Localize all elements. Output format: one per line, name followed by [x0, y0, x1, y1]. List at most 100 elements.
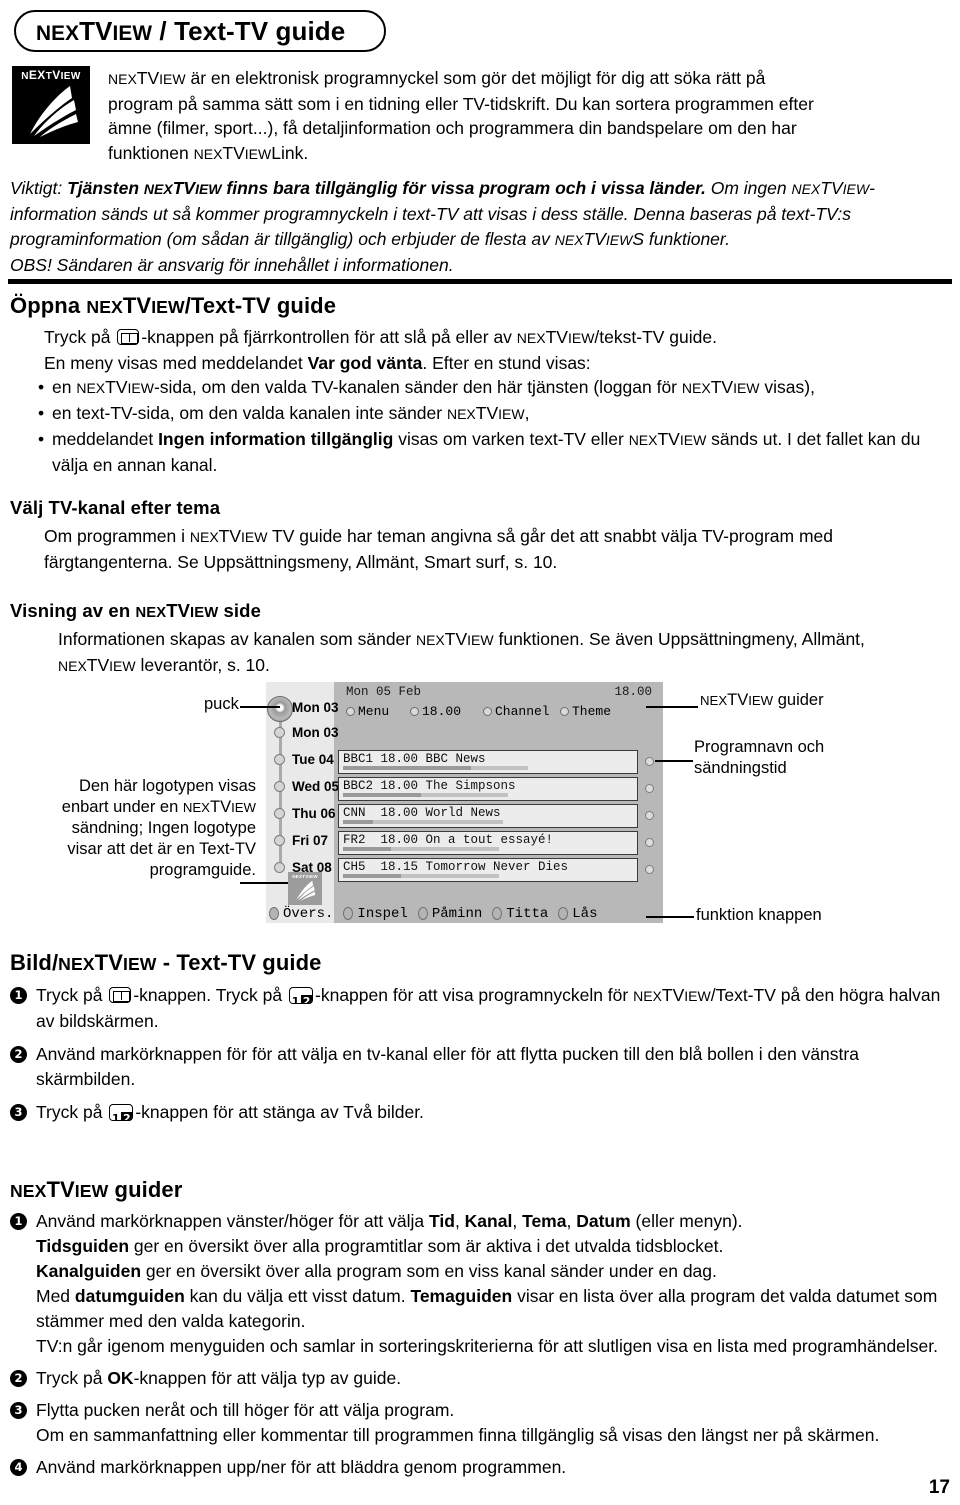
- tv-top-bar: Mon 05 Feb 18.00: [338, 685, 660, 703]
- tv-day-label: Thu 06: [292, 806, 336, 821]
- heading-valj-tvkanal: Välj TV-kanal efter tema: [10, 497, 221, 518]
- tv-menu-row: Menu 18.00 Channel Theme: [338, 704, 663, 724]
- tv-program-text: FR2 18.00 On a tout essayé!: [343, 833, 554, 847]
- leader-line-program: [655, 760, 693, 763]
- tv-menu-label: Theme: [572, 704, 612, 719]
- program-progress-fill: [343, 820, 373, 824]
- bullet-item-1: en NEXTVIEW-sida, om den valda TV-kanale…: [38, 375, 950, 401]
- tv-function-button-inspel[interactable]: Inspel: [343, 905, 408, 922]
- radio-dot-icon: [410, 707, 419, 716]
- guider-step-3-line1: Flytta pucken neråt och till höger för a…: [36, 1400, 455, 1420]
- guider-step-4: 4 Använd markörknappen upp/ner för att b…: [10, 1455, 950, 1480]
- tv-program-row[interactable]: BBC1 18.00 BBC News: [338, 750, 638, 774]
- nextview-logo: NEXTVIEW: [12, 66, 90, 144]
- nextview-logo-text: NEXTVIEW: [21, 68, 81, 82]
- step-number-badge: 1: [10, 987, 27, 1004]
- row-dot[interactable]: [645, 865, 654, 874]
- radio-dot-icon: [560, 707, 569, 716]
- divider-rule: [8, 279, 952, 284]
- leader-line-puck: [240, 706, 280, 709]
- heading-oppna: Öppna NEXTVIEW/Text-TV guide: [10, 293, 337, 318]
- tv-function-label: Titta: [506, 905, 549, 922]
- tv-menu-item-channel[interactable]: Channel: [483, 704, 550, 719]
- program-progress-fill: [343, 847, 391, 851]
- tv-menu-label: Menu: [358, 704, 390, 719]
- button-oval-icon: [492, 907, 503, 920]
- intro-line-1: NEXTVIEW är en elektronisk programnyckel…: [108, 68, 766, 88]
- tv-function-button-las[interactable]: Lås: [558, 906, 598, 922]
- row-dot[interactable]: [645, 811, 654, 820]
- callout-funktion: funktion knappen: [696, 906, 822, 924]
- tv-menu-label: Channel: [495, 704, 550, 719]
- bild-step-2: 2 Använd markörknappen för för att välja…: [10, 1042, 950, 1092]
- bild-step-3: 3 Tryck på 1 2 -knappen för att stänga av …: [10, 1100, 950, 1125]
- tv-program-text: CNN 18.00 World News: [343, 806, 501, 820]
- tv-menu-item-menu[interactable]: Menu: [346, 704, 389, 719]
- tv-day-label: Mon 03: [292, 725, 339, 740]
- step-number-badge: 2: [10, 1370, 27, 1387]
- day-dot[interactable]: [274, 754, 285, 765]
- intro-line-4: funktionen NEXTVIEWLink.: [108, 142, 309, 163]
- bild-step-2-text: Använd markörknappen för för att välja e…: [36, 1044, 859, 1089]
- tv-day-label: Mon 03: [292, 700, 339, 715]
- bullet-item-3: meddelandet Ingen information tillgängli…: [38, 427, 950, 478]
- nextview-wing-icon: [30, 86, 78, 137]
- callout-puck: puck: [204, 695, 239, 713]
- puck[interactable]: [267, 696, 293, 722]
- oppna-line-1: Tryck på -knappen på fjärrkontrollen för…: [44, 327, 717, 347]
- tv-nextview-logo: NEXTVIEW: [288, 872, 322, 905]
- day-dot[interactable]: [274, 835, 285, 846]
- day-dot[interactable]: [274, 862, 285, 873]
- day-dot[interactable]: [274, 808, 285, 819]
- intro-line-2: program på samma sätt som i en tidning e…: [108, 93, 814, 114]
- tv-day-label: Fri 07: [292, 833, 329, 848]
- tv-function-button-titta[interactable]: Titta: [492, 906, 548, 922]
- oppna-line-2: En meny visas med meddelandet Var god vä…: [44, 353, 591, 373]
- row-dot[interactable]: [645, 838, 654, 847]
- button-oval-icon: [417, 907, 428, 920]
- guider-step-1: 1 Använd markörknappen vänster/höger för…: [10, 1209, 950, 1359]
- tv-program-row[interactable]: BBC2 18.00 The Simpsons: [338, 777, 638, 801]
- radio-dot-icon: [483, 707, 492, 716]
- nextview-wing-icon: [296, 880, 316, 901]
- row-dot[interactable]: [645, 784, 654, 793]
- tv-menu-item-time[interactable]: 18.00: [410, 704, 461, 719]
- tv-function-label: Inspel: [357, 905, 408, 922]
- day-dot[interactable]: [274, 727, 285, 738]
- book-key-icon: [109, 987, 132, 1003]
- tv-clock: 18.00: [614, 685, 652, 699]
- tv-program-row[interactable]: FR2 18.00 On a tout essayé!: [338, 831, 638, 855]
- callout-program: Programnavn och sändningstid: [694, 738, 825, 777]
- guider-step-3-line2: Om en sammanfattning eller kommentar til…: [36, 1425, 880, 1445]
- tv-menu-item-theme[interactable]: Theme: [560, 704, 611, 719]
- bullet-item-2: en text-TV-sida, om den valda kanalen in…: [38, 401, 950, 427]
- leader-line-funktion: [646, 916, 694, 919]
- guider-step-2: 2 Tryck på OK-knappen för att välja typ …: [10, 1366, 950, 1391]
- page-number: 17: [928, 1477, 950, 1498]
- visning-body: Informationen skapas av kanalen som sänd…: [58, 629, 865, 675]
- twelve-key-icon: 12: [109, 1104, 134, 1121]
- step-number-badge: 3: [10, 1104, 27, 1121]
- tv-function-label: Övers.: [283, 905, 334, 922]
- heading-guider: NEXTVIEW guider: [10, 1177, 183, 1202]
- tv-function-button-overs[interactable]: Övers.: [269, 906, 333, 922]
- tv-function-label: Påminn: [431, 905, 483, 922]
- tv-screen-diagram: Mon 05 Feb 18.00 Menu 18.00 Channel Them…: [266, 682, 663, 923]
- important-note: Viktigt: Tjänsten NEXTVIEW finns bara ti…: [10, 178, 875, 275]
- button-oval-icon: [558, 907, 569, 920]
- book-key-icon: [117, 329, 140, 345]
- leader-line-guider: [646, 706, 698, 709]
- day-dot[interactable]: [274, 781, 285, 792]
- row-dot[interactable]: [645, 757, 654, 766]
- bild-steps: 1 Tryck på -knappen. Tryck på 1 2 -knappen…: [10, 983, 950, 1127]
- radio-dot-icon: [346, 707, 355, 716]
- tv-day-label: Wed 05: [292, 779, 340, 794]
- tv-program-row[interactable]: CNN 18.00 World News: [338, 804, 638, 828]
- guider-step-3: 3 Flytta pucken neråt och till höger för…: [10, 1398, 950, 1448]
- tv-nextview-logo-text: NEXTVIEW: [292, 874, 318, 879]
- tv-program-row[interactable]: CH5 18.15 Tomorrow Never Dies: [338, 858, 638, 882]
- note-bold: Tjänsten NEXTVIEW finns bara tillgänglig…: [67, 178, 706, 198]
- tv-program-text: BBC1 18.00 BBC News: [343, 752, 486, 766]
- intro-line-3: ämne (filmer, sport...), få detaljinform…: [108, 118, 797, 139]
- tv-function-button-paminn[interactable]: Påminn: [417, 905, 483, 922]
